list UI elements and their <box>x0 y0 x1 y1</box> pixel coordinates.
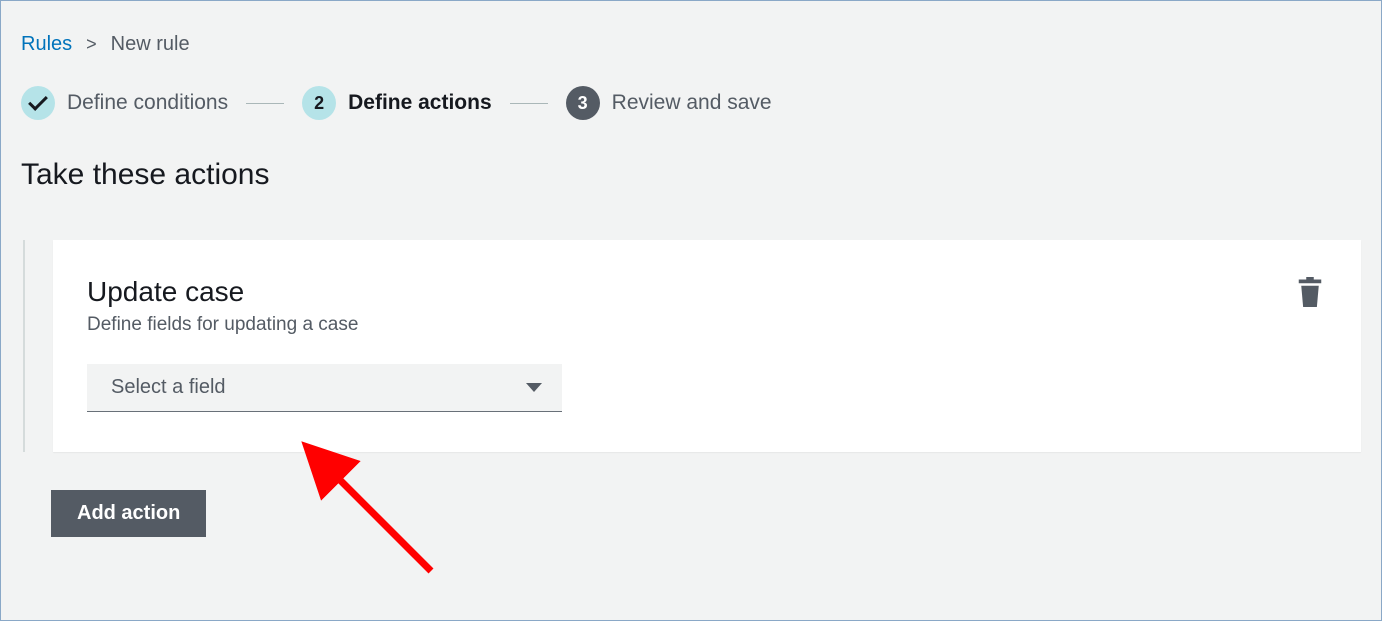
step-label: Review and save <box>612 91 772 115</box>
annotation-arrow-icon <box>301 441 461 591</box>
step-number-icon: 3 <box>566 86 600 120</box>
step-connector <box>246 103 284 104</box>
checkmark-icon <box>28 91 48 111</box>
chevron-right-icon: > <box>86 34 97 55</box>
step-check-icon <box>21 86 55 120</box>
breadcrumb-root-link[interactable]: Rules <box>21 33 72 56</box>
step-label: Define conditions <box>67 91 228 115</box>
caret-down-icon <box>526 383 542 392</box>
step-define-actions[interactable]: 2 Define actions <box>302 86 492 120</box>
trash-icon <box>1295 276 1325 308</box>
step-label: Define actions <box>348 91 492 115</box>
step-define-conditions[interactable]: Define conditions <box>21 86 228 120</box>
breadcrumb: Rules > New rule <box>21 33 1361 56</box>
action-card-update-case: Update case Define fields for updating a… <box>53 240 1361 452</box>
page-title: Take these actions <box>21 158 1361 192</box>
breadcrumb-current: New rule <box>111 33 190 56</box>
delete-action-button[interactable] <box>1295 276 1325 308</box>
wizard-stepper: Define conditions 2 Define actions 3 Rev… <box>21 86 1361 120</box>
select-placeholder: Select a field <box>111 376 226 399</box>
action-card-title: Update case <box>87 276 1321 308</box>
step-review-and-save[interactable]: 3 Review and save <box>566 86 772 120</box>
action-card-subtitle: Define fields for updating a case <box>87 314 1321 336</box>
step-connector <box>510 103 548 104</box>
add-action-button[interactable]: Add action <box>51 490 206 537</box>
actions-container: Update case Define fields for updating a… <box>23 240 1361 452</box>
step-number-icon: 2 <box>302 86 336 120</box>
field-select-dropdown[interactable]: Select a field <box>87 364 562 412</box>
